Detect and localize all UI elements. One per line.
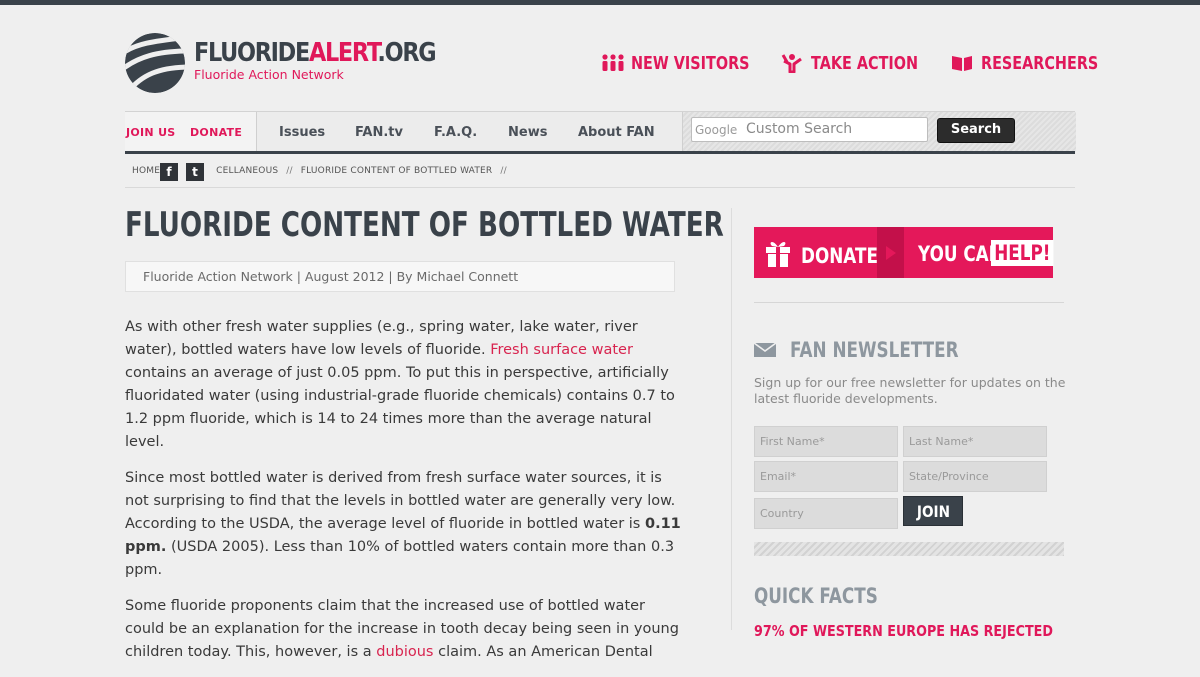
email-field[interactable]: Email*: [754, 461, 898, 492]
twitter-icon[interactable]: t: [186, 163, 204, 181]
site-logo[interactable]: FLUORIDEALERT.ORG Fluoride Action Networ…: [125, 33, 437, 93]
search-placeholder: Custom Search: [746, 121, 853, 137]
join-label: JOIN: [916, 502, 950, 521]
fresh-surface-water-link[interactable]: Fresh surface water: [490, 342, 633, 358]
first-name-field[interactable]: First Name*: [754, 426, 898, 457]
country-field[interactable]: Country: [754, 498, 898, 529]
breadcrumb-home[interactable]: HOME: [132, 166, 160, 176]
people-icon: [602, 54, 624, 71]
breadcrumb-current: FLUORIDE CONTENT OF BOTTLED WATER: [300, 166, 493, 176]
nav-item-faq[interactable]: F.A.Q.: [434, 125, 477, 140]
top-nav-take-action[interactable]: TAKE ACTION: [781, 50, 945, 76]
dubious-link[interactable]: dubious: [376, 644, 433, 660]
top-nav-label: RESEARCHERS: [981, 52, 1099, 74]
logo-subtitle: Fluoride Action Network: [194, 67, 344, 82]
top-nav-label: TAKE ACTION: [811, 52, 919, 74]
logo-text: FLUORIDEALERT.ORG: [194, 38, 437, 68]
envelope-icon: [754, 343, 776, 357]
facebook-icon[interactable]: f: [160, 163, 178, 181]
breadcrumb-divider: [125, 187, 1075, 188]
search-button[interactable]: Search: [937, 118, 1015, 143]
paragraph: Since most bottled water is derived from…: [125, 467, 685, 582]
donate-link[interactable]: DONATE: [190, 126, 242, 139]
nav-item-about[interactable]: About FAN: [578, 125, 655, 140]
paragraph: As with other fresh water supplies (e.g.…: [125, 316, 685, 454]
text: contains an average of just 0.05 ppm. To…: [125, 365, 675, 450]
google-brand: Google: [695, 123, 738, 137]
hatch-divider: [754, 542, 1064, 556]
text: Since most bottled water is derived from…: [125, 470, 676, 532]
top-nav-new-visitors[interactable]: NEW VISITORS: [601, 50, 779, 76]
nav-item-news[interactable]: News: [508, 125, 547, 140]
help-badge: HELP!: [991, 240, 1054, 266]
gift-icon: [766, 241, 790, 267]
state-field[interactable]: State/Province: [903, 461, 1047, 492]
breadcrumb-category[interactable]: CELLANEOUS: [216, 166, 278, 176]
sidebar-divider: [754, 302, 1064, 303]
top-bar: [0, 0, 1200, 5]
join-us-link[interactable]: JOIN US: [126, 126, 176, 139]
last-name-field[interactable]: Last Name*: [903, 426, 1047, 457]
quick-fact-item[interactable]: 97% OF WESTERN EUROPE HAS REJECTED: [754, 622, 1053, 640]
logo-mark-icon: [125, 33, 185, 93]
arrow-icon: [877, 227, 904, 278]
article-meta: Fluoride Action Network | August 2012 | …: [125, 261, 675, 292]
search-area: Google Custom Search Search: [682, 112, 1076, 152]
megaphone-icon: [781, 54, 802, 73]
newsletter-description: Sign up for our free newsletter for upda…: [754, 375, 1066, 406]
top-nav-researchers[interactable]: RESEARCHERS: [951, 50, 1128, 76]
breadcrumb-separator: //: [500, 166, 507, 176]
join-button[interactable]: JOIN: [903, 496, 963, 526]
nav-item-fantv[interactable]: FAN.tv: [355, 125, 403, 140]
column-divider: [731, 208, 732, 630]
main-nav: JOIN US DONATE Issues FAN.tv F.A.Q. News…: [125, 111, 1076, 152]
top-nav-label: NEW VISITORS: [631, 52, 750, 74]
newsletter-title: FAN NEWSLETTER: [790, 338, 959, 362]
quick-facts-title: QUICK FACTS: [754, 584, 878, 608]
breadcrumb-separator: //: [286, 166, 293, 176]
text: claim. As an American Dental: [433, 644, 653, 660]
book-icon: [952, 56, 972, 71]
text: (USDA 2005). Less than 10% of bottled wa…: [125, 539, 675, 578]
nav-bottom-border: [125, 151, 1075, 154]
nav-cta-group: JOIN US DONATE: [125, 112, 257, 152]
donate-label: DONATE: [801, 244, 878, 268]
search-input[interactable]: Google Custom Search: [691, 117, 928, 142]
article-body: As with other fresh water supplies (e.g.…: [125, 316, 685, 677]
donate-banner[interactable]: DONATE YOU CAN HELP!: [754, 227, 1054, 278]
page-title: FLUORIDE CONTENT OF BOTTLED WATER: [125, 205, 724, 245]
nav-item-issues[interactable]: Issues: [279, 125, 325, 140]
